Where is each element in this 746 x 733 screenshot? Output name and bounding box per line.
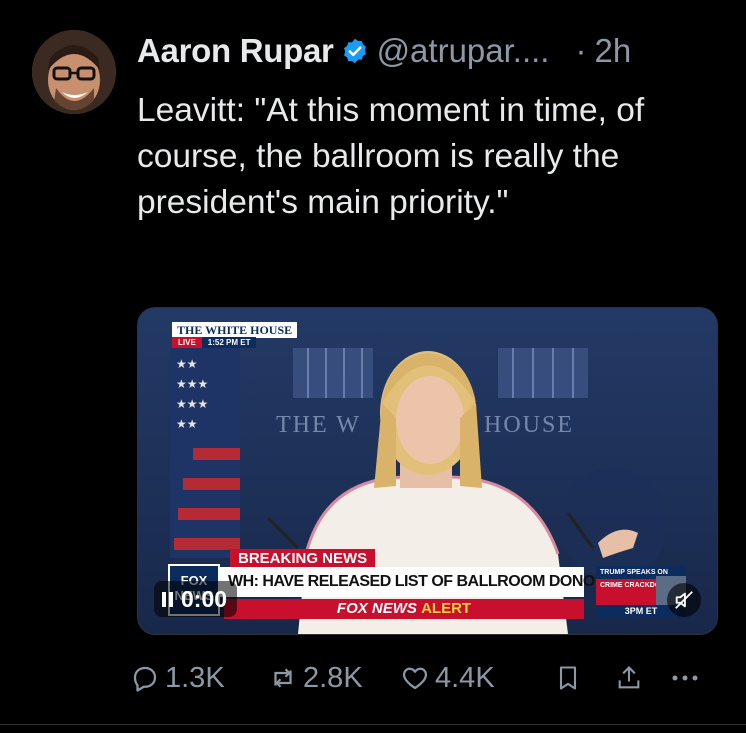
- repost-count: 2.8K: [303, 661, 363, 694]
- share-icon: [618, 666, 639, 689]
- alert-suffix: ALERT: [421, 600, 472, 617]
- tweet-actions: 1.3K 2.8K 4.4K: [130, 656, 730, 700]
- avatar-image: [32, 30, 116, 114]
- repost-icon: [274, 668, 292, 688]
- verified-badge-icon: [343, 38, 366, 64]
- speaker-muted-icon: [675, 591, 693, 609]
- playback-controls[interactable]: 0:00: [154, 581, 238, 617]
- reply-count: 1.3K: [165, 661, 225, 694]
- location-chyron: THE WHITE HOUSE: [172, 322, 298, 338]
- pause-icon[interactable]: [162, 591, 173, 607]
- elapsed-time: 0:00: [181, 585, 228, 612]
- news-alert-bar: FOX NEWS ALERT: [224, 599, 584, 619]
- svg-text:★★★: ★★★: [176, 377, 208, 391]
- mute-button[interactable]: [667, 583, 701, 617]
- more-button[interactable]: [662, 673, 712, 683]
- reply-icon: [133, 666, 157, 692]
- svg-text:★★: ★★: [176, 357, 198, 371]
- podium-sign-left: THE W: [276, 412, 361, 438]
- svg-text:★★: ★★: [176, 417, 198, 431]
- tweet-timestamp[interactable]: 2h: [594, 32, 631, 70]
- more-dots-icon: [672, 675, 697, 681]
- tweet-text: Leavitt: "At this moment in time, of cou…: [137, 92, 645, 221]
- tweet-header: Aaron Rupar @atrupar.... · 2h: [137, 28, 631, 74]
- author-name[interactable]: Aaron Rupar: [137, 32, 334, 70]
- author-handle[interactable]: @atrupar....: [377, 32, 550, 70]
- tweet[interactable]: Aaron Rupar @atrupar.... · 2h Leavitt: "…: [0, 0, 746, 733]
- tweet-divider: [0, 724, 746, 725]
- alert-prefix: FOX NEWS: [336, 600, 417, 617]
- bookmark-icon: [559, 666, 576, 690]
- like-button[interactable]: 4.4K: [400, 662, 540, 695]
- reply-button[interactable]: 1.3K: [130, 662, 268, 695]
- live-indicator: LIVE 1:52 PM ET: [172, 337, 257, 348]
- bookmark-button[interactable]: [540, 663, 600, 693]
- like-count: 4.4K: [435, 661, 495, 694]
- share-button[interactable]: [600, 663, 662, 693]
- separator-dot: ·: [575, 32, 587, 69]
- live-time: 1:52 PM ET: [201, 337, 257, 348]
- podium-sign-right: HOUSE: [484, 412, 575, 438]
- avatar[interactable]: [32, 30, 116, 114]
- live-tag: LIVE: [172, 337, 202, 348]
- svg-text:★★★: ★★★: [176, 397, 208, 411]
- video-player[interactable]: ★★ ★★★ ★★★ ★★ THE W HOUSE THE WHITE HOUSE: [137, 307, 718, 635]
- heart-icon: [402, 667, 428, 690]
- breaking-news-label: BREAKING NEWS: [230, 549, 376, 568]
- repost-button[interactable]: 2.8K: [268, 662, 400, 695]
